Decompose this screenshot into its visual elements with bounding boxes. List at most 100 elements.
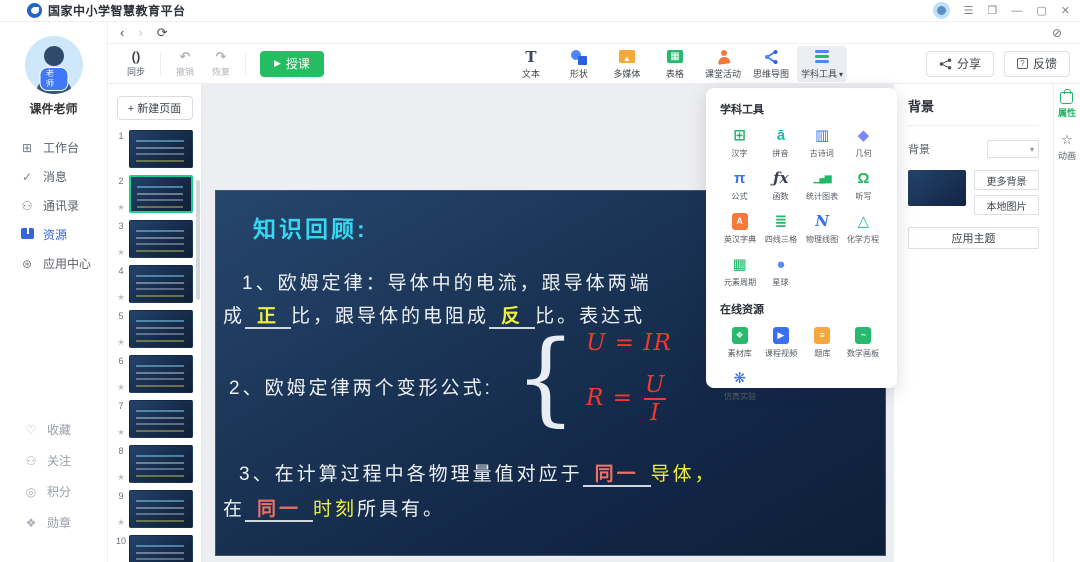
online-resources-title: 在线资源: [720, 304, 764, 316]
share-button[interactable]: 分享: [925, 50, 994, 77]
apply-theme-button[interactable]: 应用主题: [908, 227, 1039, 249]
tool-stat-chart[interactable]: ▁▄▆ 统计图表: [803, 170, 842, 202]
share-icon: [939, 58, 952, 69]
formula-u-ir: U = IR: [586, 330, 672, 356]
sidebar-item-appcenter[interactable]: ⊛ 应用中心: [0, 249, 107, 278]
tool-four-line-grid[interactable]: ≣ 四线三格: [761, 213, 800, 245]
slide-marker-icon: ✭: [117, 518, 125, 527]
back-icon[interactable]: ‹: [120, 25, 124, 40]
pinyin-icon: ā: [776, 127, 786, 144]
sidebar-item-points[interactable]: ◎ 积分: [0, 476, 108, 507]
close-icon[interactable]: ✕: [1061, 4, 1070, 17]
sync-icon: (): [131, 48, 141, 64]
sidebar-item-resources[interactable]: 资源: [0, 220, 107, 249]
tool-poetry[interactable]: ▥ 古诗词: [803, 127, 842, 159]
tool-course-video[interactable]: ▶ 课程视频: [761, 327, 800, 359]
menu-icon[interactable]: ☰: [964, 4, 974, 17]
blank-answer: 同一: [245, 499, 314, 522]
physics-diagram-icon: N: [815, 212, 829, 230]
undo-label: 撤销: [175, 66, 194, 77]
user-avatar[interactable]: [932, 2, 950, 19]
tool-simulation-lab[interactable]: ❋ 仿真实验: [720, 370, 759, 402]
slide-thumbnail-10[interactable]: [129, 535, 193, 562]
insert-shape-button[interactable]: 形状: [557, 46, 601, 82]
slide-thumbnail-3[interactable]: [129, 220, 193, 258]
slide-thumbnail-2-selected[interactable]: [129, 175, 193, 213]
sidebar-item-messages[interactable]: ✓ 消息: [0, 162, 107, 191]
sidebar-item-favorites[interactable]: ♡ 收藏: [0, 414, 108, 445]
sidebar-item-label: 应用中心: [43, 257, 92, 271]
tool-en-cn-dict[interactable]: A 英汉字典: [720, 213, 759, 245]
workbench-icon: ⊞: [21, 140, 33, 155]
tool-hanzi[interactable]: ⊞ 汉字: [720, 127, 759, 159]
feedback-button[interactable]: ? 反馈: [1003, 50, 1070, 77]
slide-thumbnail-row: 6 ✭: [113, 355, 201, 393]
pip-icon[interactable]: ❐: [988, 4, 998, 17]
right-rail: 属性 ☆ 动画: [1053, 84, 1080, 562]
minimize-icon[interactable]: —: [1011, 5, 1022, 17]
local-image-button[interactable]: 本地图片: [974, 195, 1039, 215]
maximize-icon[interactable]: ▢: [1036, 4, 1046, 17]
sidebar: 老师 课件老师 ⊞ 工作台 ✓ 消息 ⚇ 通讯录 资源 ⊛ 应用中心 ♡ 收藏 …: [0, 22, 108, 562]
slide-thumbnail-1[interactable]: [129, 130, 193, 168]
medal-icon: ❖: [25, 515, 37, 530]
sidebar-item-following[interactable]: ⚇ 关注: [0, 445, 108, 476]
thumbnails-scrollbar[interactable]: [196, 180, 200, 300]
slide-thumbnail-6[interactable]: [129, 355, 193, 393]
slide-point-3-line-2: 在同一 时刻所具有。: [223, 499, 446, 522]
tool-planet[interactable]: ● 星球: [761, 256, 800, 288]
sidebar-item-medals[interactable]: ❖ 勋章: [0, 507, 108, 538]
person-icon: ⚇: [25, 453, 37, 468]
teach-label: 授课: [285, 57, 310, 71]
subject-tools-button[interactable]: 学科工具 ▾: [796, 45, 847, 82]
tool-chem-equation[interactable]: △ 化学方程: [844, 213, 883, 245]
teach-button[interactable]: ▶ 授课: [260, 50, 324, 77]
slides-panel: + 新建页面 1 2✭ 3✭ 4✭ 5✭ 6✭ 7✭ 8✭ 9✭ 10✭: [108, 84, 202, 562]
sidebar-item-label: 消息: [43, 170, 68, 184]
slide-thumbnail-5[interactable]: [129, 310, 193, 348]
sidebar-item-contacts[interactable]: ⚇ 通讯录: [0, 191, 107, 220]
bar-chart-icon: ▁▄▆: [813, 173, 832, 183]
insert-media-button[interactable]: ▲ 多媒体: [605, 46, 649, 82]
tool-dictation[interactable]: Ω 听写: [844, 170, 883, 202]
blank-answer: 同一: [582, 464, 651, 487]
tool-geometry[interactable]: ◆ 几何: [844, 127, 883, 159]
tool-physics-diagram[interactable]: N 物理线图: [803, 213, 842, 245]
tool-material-library[interactable]: ❖ 素材库: [720, 327, 759, 359]
formula-group: { U = IR R = U I: [515, 326, 672, 431]
sync-label: 同步: [126, 66, 145, 77]
question-bank-icon: ≡: [814, 327, 831, 344]
tool-pinyin[interactable]: ā 拼音: [761, 127, 800, 159]
insert-text-button[interactable]: T 文本: [509, 46, 553, 82]
more-backgrounds-button[interactable]: 更多背景: [974, 170, 1039, 190]
tab-properties[interactable]: 属性: [1058, 89, 1076, 119]
tab-animation[interactable]: ☆ 动画: [1058, 133, 1076, 162]
compass-icon[interactable]: ⊘: [1052, 26, 1062, 40]
slide-thumbnail-8[interactable]: [129, 445, 193, 483]
background-preview[interactable]: [908, 170, 966, 206]
sidebar-item-workbench[interactable]: ⊞ 工作台: [0, 133, 107, 162]
undo-button[interactable]: ↶ 撤销: [167, 49, 203, 78]
refresh-icon[interactable]: ⟳: [157, 25, 168, 41]
insert-mindmap-button[interactable]: 思维导图: [749, 46, 793, 82]
sync-button[interactable]: () 同步: [118, 48, 154, 78]
tool-math-board[interactable]: ~ 数学画板: [844, 327, 883, 359]
table-icon: ▦: [666, 50, 683, 63]
forward-icon[interactable]: ›: [138, 25, 142, 40]
insert-table-button[interactable]: ▦ 表格: [653, 46, 697, 82]
tool-question-bank[interactable]: ≡ 题库: [803, 327, 842, 359]
redo-button[interactable]: ↷ 恢复: [203, 49, 239, 78]
tool-formula[interactable]: π 公式: [720, 170, 759, 202]
tool-function[interactable]: ƒx 函数: [761, 170, 800, 202]
slide-thumbnail-7[interactable]: [129, 400, 193, 438]
slide-point-2: 2、欧姆定律两个变形公式:: [229, 378, 493, 399]
book-icon: [20, 227, 34, 242]
slide-thumbnail-9[interactable]: [129, 490, 193, 528]
insert-activity-button[interactable]: 课堂活动: [701, 46, 745, 82]
tool-periodic-table[interactable]: ▦ 元素周期: [720, 256, 759, 288]
new-page-button[interactable]: + 新建页面: [116, 96, 193, 120]
background-select[interactable]: ▾: [987, 140, 1039, 158]
geometry-icon: ◆: [857, 127, 870, 144]
slide-marker-icon: ✭: [117, 473, 125, 482]
slide-thumbnail-4[interactable]: [129, 265, 193, 303]
